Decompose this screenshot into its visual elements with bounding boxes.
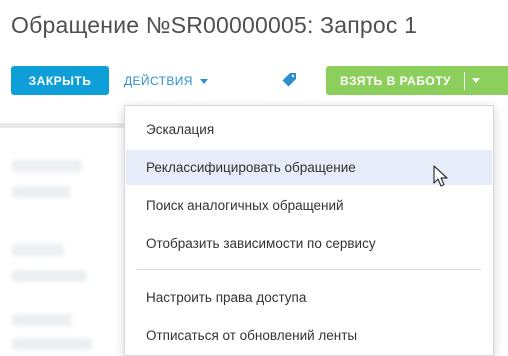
blurred-field-value (12, 270, 86, 282)
menu-item-service-dependencies[interactable]: Отобразить зависимости по сервису (126, 226, 492, 261)
take-to-work-label: ВЗЯТЬ В РАБОТУ (340, 73, 452, 88)
take-to-work-dropdown-toggle[interactable] (465, 66, 487, 95)
blurred-field-label (12, 160, 82, 172)
blurred-field-value (12, 338, 92, 350)
actions-button-label: ДЕЙСТВИЯ (124, 73, 193, 88)
menu-item-unsubscribe-feed[interactable]: Отписаться от обновлений ленты (126, 318, 492, 353)
actions-dropdown-button[interactable]: ДЕЙСТВИЯ (124, 66, 208, 95)
toolbar: ЗАКРЫТЬ ДЕЙСТВИЯ ВЗЯТЬ В РАБОТУ (0, 0, 508, 110)
blurred-field-label (12, 314, 72, 326)
mouse-pointer-icon (433, 165, 448, 187)
menu-divider (137, 269, 481, 270)
close-button[interactable]: ЗАКРЫТЬ (11, 66, 109, 95)
blurred-field-value (12, 186, 70, 198)
menu-item-find-similar[interactable]: Поиск аналогичных обращений (126, 188, 492, 223)
blurred-field-label (12, 244, 64, 256)
menu-item-escalation[interactable]: Эскалация (126, 112, 492, 147)
chevron-down-icon (472, 78, 481, 83)
menu-item-access-rights[interactable]: Настроить права доступа (126, 280, 492, 315)
content-divider (0, 123, 140, 128)
take-to-work-button[interactable]: ВЗЯТЬ В РАБОТУ (326, 66, 508, 95)
tag-icon[interactable] (281, 72, 297, 88)
chevron-down-icon (199, 78, 208, 84)
actions-dropdown-menu: Эскалация Реклассифицировать обращение П… (124, 105, 494, 356)
